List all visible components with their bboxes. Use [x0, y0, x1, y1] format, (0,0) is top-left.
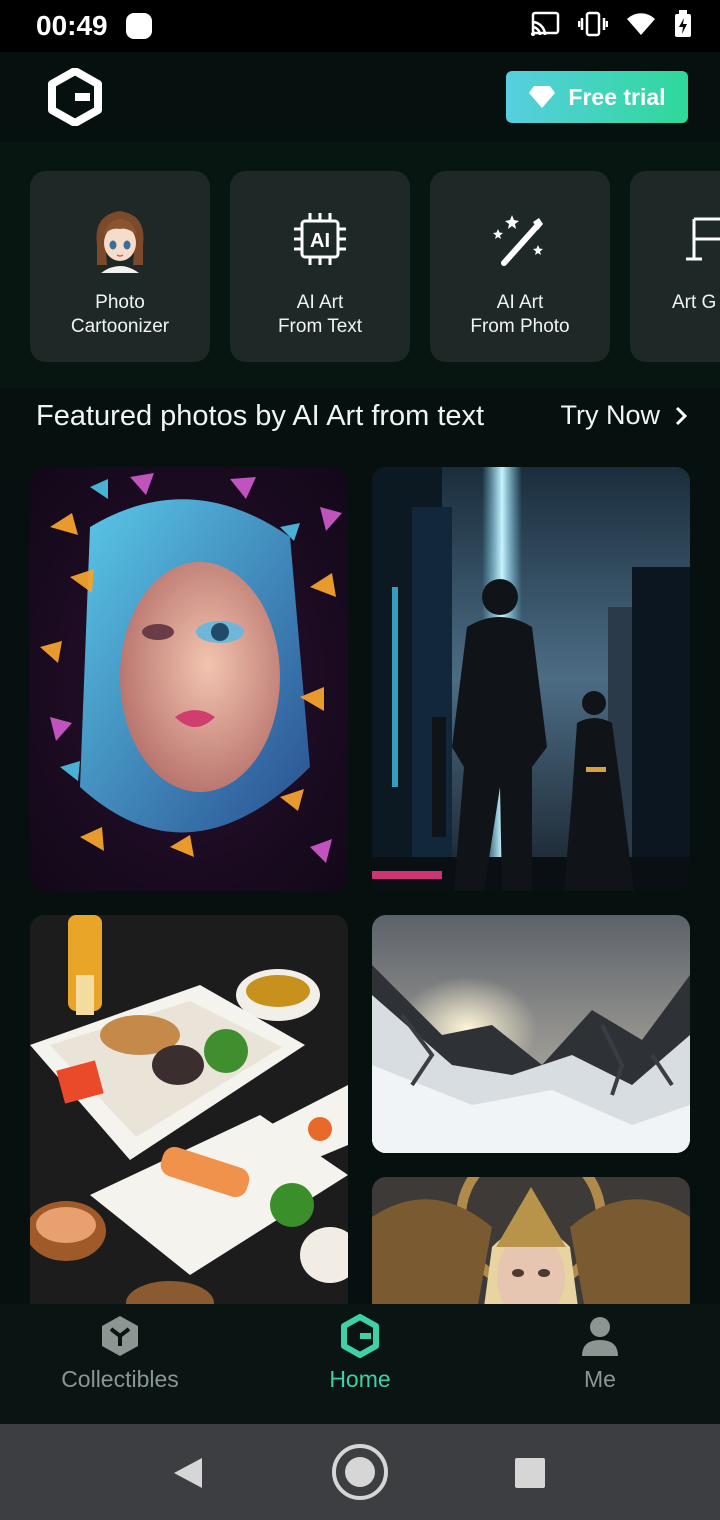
tool-label: AI Art From Text: [277, 292, 363, 337]
featured-gallery: [0, 448, 720, 1304]
status-icons: [530, 10, 692, 38]
diamond-icon: [529, 86, 556, 108]
try-now-label: Try Now: [560, 400, 661, 430]
cast-icon: [531, 11, 560, 36]
back-icon[interactable]: [172, 1456, 204, 1490]
photo-japanese-food[interactable]: [30, 915, 348, 1304]
home-logo-icon: [341, 1314, 379, 1358]
tool-photo-cartoonizer[interactable]: Photo Cartoonizer: [30, 171, 210, 362]
nav-label: Collectibles: [61, 1366, 179, 1392]
photo-golden-queen[interactable]: [372, 1177, 690, 1304]
battery-icon: [675, 10, 691, 37]
wifi-icon: [627, 13, 655, 35]
tool-ai-art-from-text[interactable]: AI AI Art From Text: [230, 171, 410, 362]
svg-text:AI: AI: [310, 230, 330, 252]
chevron-right-icon: [675, 406, 688, 425]
featured-title: Featured photos by AI Art from text: [36, 400, 485, 432]
anime-girl-icon: [88, 207, 152, 273]
featured-header: Featured photos by AI Art from text Try …: [0, 388, 720, 448]
free-trial-button[interactable]: Free trial: [506, 71, 688, 123]
person-icon: [582, 1317, 618, 1356]
tool-label: Photo Cartoonizer: [70, 292, 170, 337]
tool-label: AI Art From Photo: [470, 292, 570, 337]
nav-me[interactable]: Me: [480, 1304, 720, 1424]
tool-ai-art-from-photo[interactable]: AI Art From Photo: [430, 171, 610, 362]
vibrate-icon: [578, 11, 608, 37]
status-bar: 00:49: [0, 0, 720, 52]
system-nav-bar: [0, 1424, 720, 1520]
ai-chip-icon: AI: [288, 207, 352, 271]
nav-label: Home: [329, 1366, 391, 1392]
collectibles-icon: [102, 1316, 138, 1356]
home-button-icon[interactable]: [331, 1443, 389, 1501]
tool-art-g[interactable]: Art G: [630, 171, 720, 362]
bottom-nav: Collectibles Home Me: [0, 1304, 720, 1424]
status-time: 00:49: [36, 10, 108, 41]
try-now-link[interactable]: Try Now: [561, 400, 689, 431]
nav-collectibles[interactable]: Collectibles: [0, 1304, 240, 1424]
tool-label: Art G: [672, 292, 717, 313]
free-trial-label: Free trial: [568, 83, 666, 110]
photo-cyberpunk-warriors[interactable]: [372, 467, 690, 891]
app-header: Free trial: [0, 52, 720, 142]
photo-snowy-mountains[interactable]: [372, 915, 690, 1153]
nav-label: Me: [584, 1366, 616, 1392]
tools-row: Photo Cartoonizer AI AI Art From Text AI…: [0, 142, 720, 388]
nav-home[interactable]: Home: [240, 1304, 480, 1424]
recents-icon[interactable]: [514, 1457, 546, 1489]
photo-butterfly-portrait[interactable]: [30, 467, 348, 891]
easel-icon: [674, 207, 720, 271]
magic-wand-icon: [488, 207, 552, 271]
app-logo-icon: [48, 68, 102, 126]
notification-icon: [126, 13, 152, 39]
